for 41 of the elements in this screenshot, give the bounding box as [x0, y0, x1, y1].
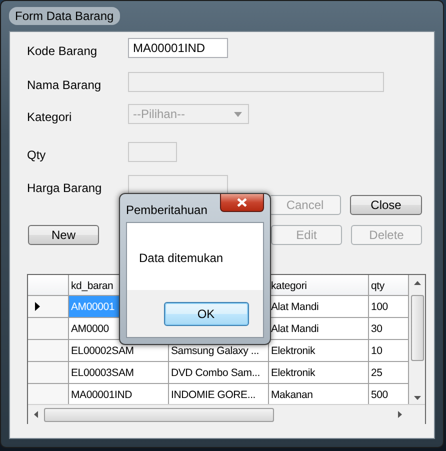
text-field[interactable]: MA00001IND — [128, 38, 228, 58]
table-cell: 25 — [369, 362, 409, 384]
table-cell: Alat Mandi — [269, 296, 369, 318]
dialog-title: Pemberitahuan — [126, 202, 208, 217]
column-header[interactable]: qty — [369, 275, 409, 296]
row-header[interactable] — [28, 296, 69, 318]
scroll-down-icon — [414, 396, 420, 400]
scroll-left-icon — [34, 411, 38, 418]
table-cell: 100 — [369, 296, 409, 318]
table-cell: Alat Mandi — [269, 318, 369, 340]
table-cell: EL00003SAM — [69, 362, 169, 384]
horizontal-scrollbar[interactable] — [28, 404, 425, 424]
field-label: Nama Barang — [27, 77, 102, 92]
scroll-right-icon — [398, 411, 402, 418]
table-cell: DVD Combo Sam... — [169, 362, 269, 384]
window-title: Form Data Barang — [9, 7, 120, 25]
field-label: Kategori — [27, 109, 73, 124]
table-cell: 30 — [369, 318, 409, 340]
ok-button[interactable]: OK — [164, 302, 248, 326]
form-button[interactable]: Close — [350, 195, 422, 215]
table-cell: Elektronik — [269, 340, 369, 362]
table-cell: Elektronik — [269, 362, 369, 384]
table-cell: MA00001IND — [69, 384, 169, 404]
table-cell: 10 — [369, 340, 409, 362]
field-label: Harga Barang — [27, 180, 103, 195]
dialog-message: Data ditemukan — [139, 250, 224, 264]
vertical-scrollbar[interactable] — [409, 275, 425, 404]
scroll-thumb[interactable] — [44, 408, 274, 422]
form-button[interactable]: New — [28, 225, 99, 245]
field-label: Kode Barang — [27, 43, 98, 58]
close-icon — [237, 198, 247, 207]
table-cell: Makanan — [269, 384, 369, 404]
current-row-icon — [35, 302, 40, 311]
caret-icon — [234, 112, 242, 116]
field-label: Qty — [27, 147, 47, 162]
close-button[interactable] — [220, 194, 264, 212]
table-cell: 500 — [369, 384, 409, 404]
scroll-up-icon — [414, 281, 420, 285]
scroll-thumb[interactable] — [410, 295, 424, 361]
table-cell: INDOMIE GORE... — [169, 384, 269, 404]
column-header[interactable]: kategori — [269, 275, 369, 296]
